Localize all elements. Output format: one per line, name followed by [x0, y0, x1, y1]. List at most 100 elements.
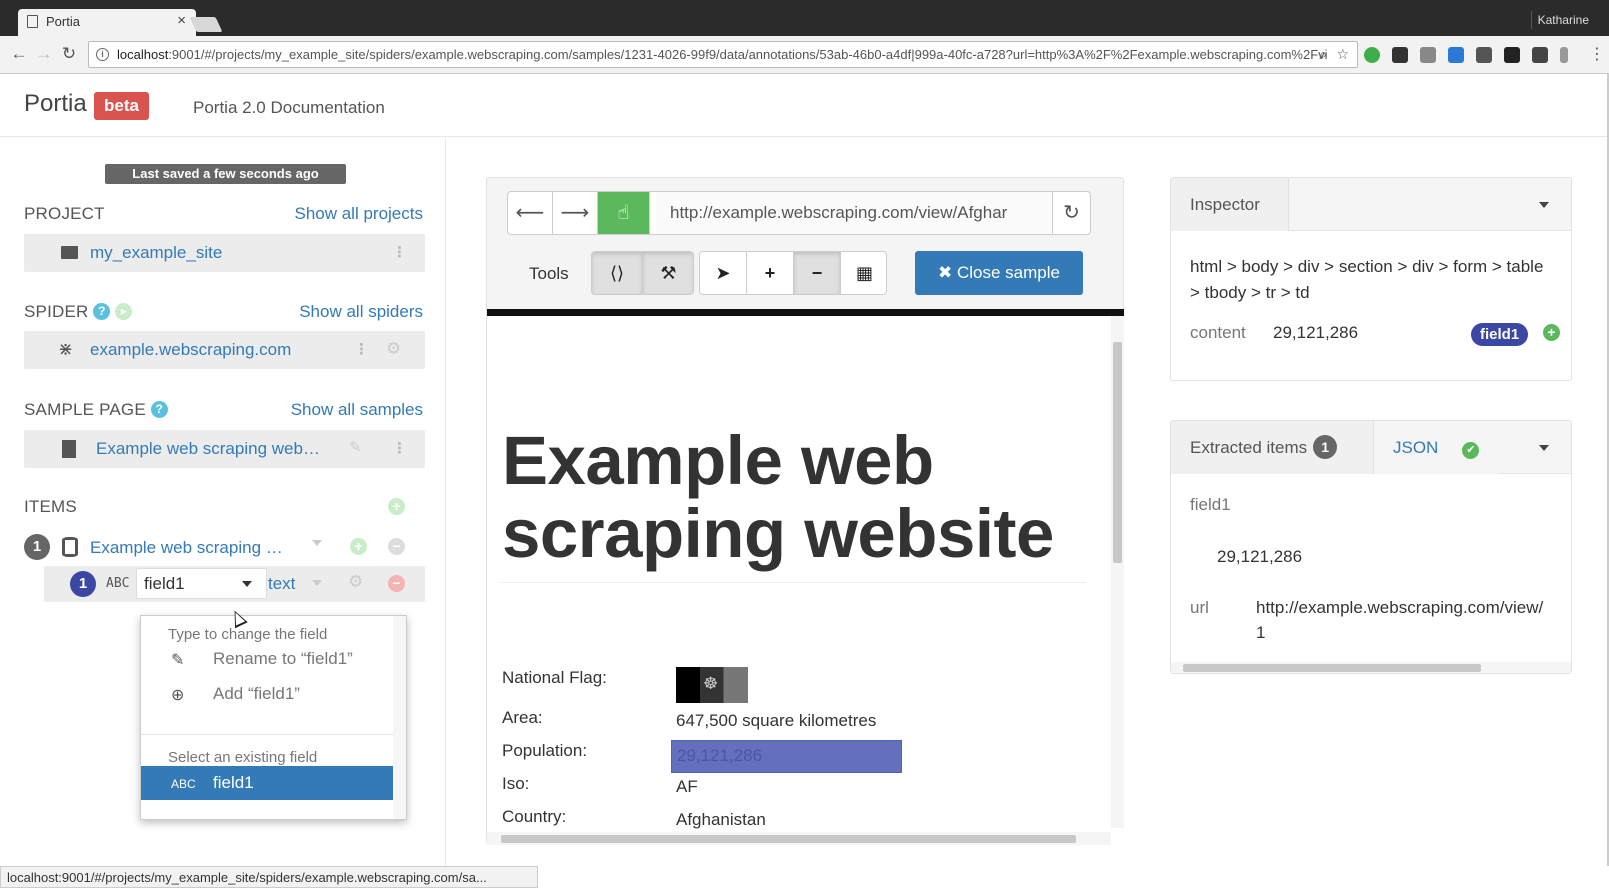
interaction-mode-hand-icon[interactable]: ☝	[598, 192, 650, 234]
magic-wand-tool-icon[interactable]: ⚒	[643, 252, 693, 294]
sample-url-input[interactable]: http://example.webscraping.com/view/Afgh…	[656, 192, 1053, 234]
page-viewport[interactable]: Example web scraping website National Fl…	[487, 309, 1124, 845]
area-value: 647,500 square kilometres	[676, 711, 877, 730]
grid-icon[interactable]: ▦	[841, 252, 886, 294]
spider-section-title: SPIDER ? ▸	[24, 302, 133, 322]
area-label: Area:	[502, 708, 543, 727]
bookmark-star-icon[interactable]: ☆	[1336, 42, 1349, 67]
viewport-horizontal-scrollbar[interactable]	[487, 832, 1111, 845]
sample-row[interactable]: Example web scraping web… ✎ ⋮	[24, 430, 425, 468]
field-type-link[interactable]: text	[268, 574, 295, 594]
menu-dots-icon[interactable]: ⋮	[1586, 44, 1608, 64]
field-tag[interactable]: field1	[1471, 323, 1529, 346]
remove-minus-icon[interactable]: −	[794, 252, 841, 294]
tab-json[interactable]: JSON ✔	[1374, 421, 1499, 474]
extension-cast-icon[interactable]	[1532, 47, 1548, 63]
back-arrow-icon[interactable]: ⟵	[508, 192, 553, 234]
zoom-icon[interactable]: ⌕	[1319, 42, 1327, 67]
existing-field-option[interactable]: ABC field1	[141, 766, 393, 800]
chevron-down-icon[interactable]	[1539, 202, 1549, 208]
address-bar[interactable]: i localhost:9001/#/projects/my_example_s…	[88, 41, 1358, 68]
item-caret-icon[interactable]	[312, 540, 322, 546]
item-row[interactable]: 1 Example web scraping … + −	[24, 532, 425, 562]
spider-title-text: SPIDER	[24, 302, 89, 321]
edit-pencil-icon[interactable]: ✎	[349, 438, 362, 456]
add-label: Add “field1”	[213, 684, 300, 703]
iso-value: AF	[676, 777, 698, 796]
type-caret-icon[interactable]	[312, 580, 322, 586]
show-all-spiders-link[interactable]: Show all spiders	[299, 302, 423, 322]
extracted-tab-label: Extracted items	[1190, 438, 1308, 457]
tab-close-icon[interactable]: ×	[177, 12, 186, 29]
flag-label: National Flag:	[502, 668, 607, 687]
field-select-value: field1	[144, 574, 185, 593]
field-select[interactable]: field1	[136, 568, 267, 599]
browser-toolbar: ← → ↻ i localhost:9001/#/projects/my_exa…	[0, 36, 1609, 74]
dropdown-divider	[141, 734, 393, 735]
tool-mode-group: ⟨⟩ ⚒	[591, 251, 694, 295]
brand-logo[interactable]: Portia	[24, 90, 87, 118]
remove-field-icon[interactable]: −	[388, 575, 405, 592]
back-arrow-icon[interactable]: ←	[8, 44, 30, 64]
project-name[interactable]: my_example_site	[90, 243, 222, 263]
extension-mail-icon[interactable]	[1476, 47, 1492, 63]
viewport-vertical-scrollbar[interactable]	[1111, 316, 1124, 828]
annotated-population-value[interactable]: 29,121,286	[671, 740, 902, 773]
spider-menu-icon[interactable]: ⋮	[354, 340, 369, 358]
spider-row[interactable]: ⋇ example.webscraping.com ⋮ ⚙	[24, 331, 425, 369]
scroll-thumb[interactable]	[1113, 342, 1122, 563]
json-tab-label: JSON	[1393, 438, 1439, 457]
forward-arrow-icon[interactable]: ⟶	[553, 192, 598, 234]
forward-arrow-icon[interactable]: →	[33, 44, 55, 64]
documentation-link[interactable]: Portia 2.0 Documentation	[193, 98, 385, 118]
chevron-down-icon[interactable]	[1539, 445, 1549, 451]
extension-ghost-icon[interactable]	[1504, 47, 1520, 63]
add-field-icon[interactable]: +	[350, 538, 367, 555]
scroll-thumb[interactable]	[501, 835, 1076, 843]
add-plus-icon[interactable]: +	[747, 252, 794, 294]
population-label: Population:	[502, 741, 588, 760]
tab-inspector[interactable]: Inspector	[1171, 178, 1289, 231]
rename-option[interactable]: ✎ Rename to “field1”	[141, 642, 393, 676]
extension-translate-icon[interactable]	[1420, 47, 1436, 63]
scroll-thumb[interactable]	[1183, 664, 1481, 672]
field-row[interactable]: 1 ABC field1 text ⚙ −	[44, 566, 425, 602]
add-annotation-icon[interactable]: +	[1543, 324, 1560, 341]
extension-power-icon[interactable]	[1364, 47, 1380, 63]
sample-name[interactable]: Example web scraping web…	[96, 439, 320, 459]
sample-menu-icon[interactable]: ⋮	[392, 439, 407, 457]
help-icon[interactable]: ?	[93, 303, 111, 320]
select-pointer-icon[interactable]: ➤	[700, 252, 747, 294]
project-menu-icon[interactable]: ⋮	[392, 243, 407, 261]
profile-name[interactable]: Katharine	[1530, 11, 1595, 29]
tab-extracted-items[interactable]: Extracted items 1	[1171, 421, 1374, 474]
reload-icon[interactable]: ↻	[1053, 192, 1090, 234]
items-section-title: ITEMS	[24, 497, 77, 516]
spider-name[interactable]: example.webscraping.com	[90, 340, 291, 360]
extracted-horizontal-scrollbar[interactable]	[1171, 662, 1571, 673]
info-icon[interactable]: i	[96, 48, 109, 61]
add-option[interactable]: ⊕ Add “field1”	[141, 677, 393, 711]
add-item-icon[interactable]: +	[388, 498, 405, 515]
dropdown-scrollbar[interactable]	[393, 616, 406, 819]
item-name[interactable]: Example web scraping …	[90, 538, 283, 558]
spider-gear-icon[interactable]: ⚙	[386, 339, 401, 359]
app-header: Portia beta Portia 2.0 Documentation	[0, 74, 1609, 137]
show-all-samples-link[interactable]: Show all samples	[291, 400, 423, 420]
css-selector-tool-icon[interactable]: ⟨⟩	[592, 252, 643, 294]
project-row[interactable]: my_example_site ⋮	[24, 234, 425, 272]
browser-tab[interactable]: Portia ×	[18, 9, 196, 36]
help-icon[interactable]: ?	[150, 401, 168, 418]
extension-evernote-icon[interactable]	[1392, 47, 1408, 63]
reload-icon[interactable]: ↻	[58, 44, 80, 64]
close-sample-button[interactable]: ✖ Close sample	[915, 251, 1083, 295]
extracted-count-badge: 1	[1313, 435, 1338, 459]
extension-bar-icon[interactable]	[1560, 47, 1568, 63]
field-gear-icon[interactable]: ⚙	[348, 572, 363, 592]
remove-item-icon[interactable]: −	[388, 538, 405, 555]
extension-screen-icon[interactable]	[1448, 47, 1464, 63]
play-icon[interactable]: ▸	[115, 303, 133, 320]
file-icon	[62, 440, 76, 458]
show-all-projects-link[interactable]: Show all projects	[294, 204, 423, 224]
text-type-icon: ABC	[106, 576, 130, 591]
